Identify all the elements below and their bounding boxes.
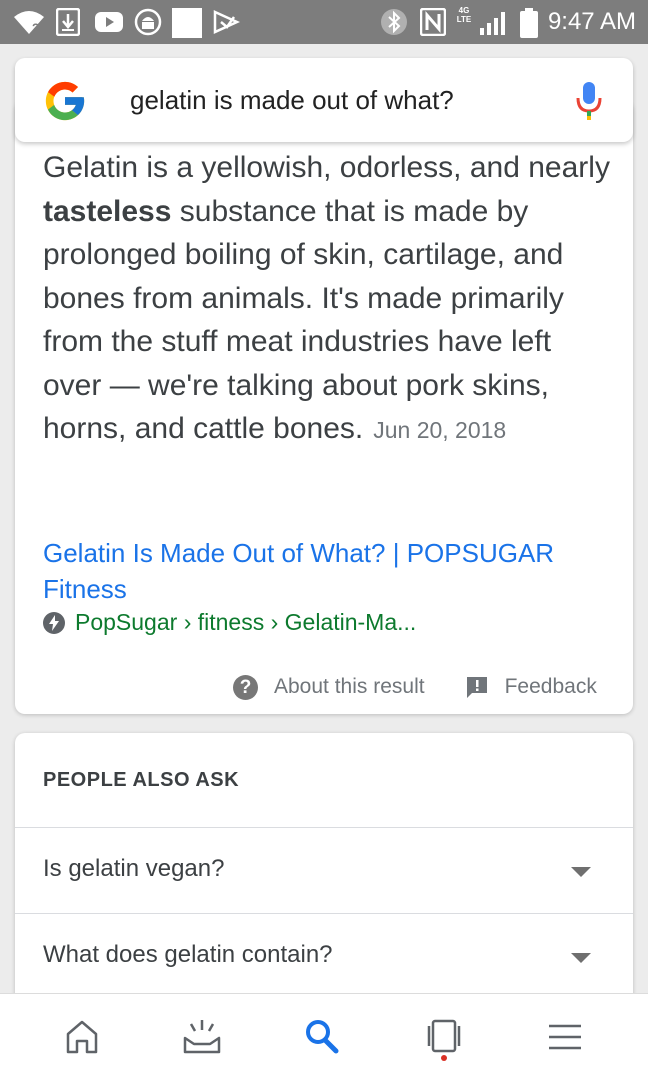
- snippet-text-part: Gelatin is a yellowish, odorless, and ne…: [43, 151, 610, 184]
- breadcrumb-text: PopSugar › fitness › Gelatin-Ma...: [75, 609, 417, 635]
- paa-question-row[interactable]: What does gelatin contain?: [15, 913, 633, 1000]
- search-bar[interactable]: gelatin is made out of what?: [15, 58, 633, 142]
- bluetooth-icon: [381, 9, 407, 35]
- help-icon: ?: [233, 674, 258, 700]
- recent-tabs-icon[interactable]: [424, 1018, 464, 1062]
- search-icon[interactable]: [304, 1018, 340, 1056]
- battery-icon: [520, 8, 538, 38]
- status-time: 9:47 AM: [547, 8, 636, 35]
- youtube-icon: [95, 12, 123, 32]
- bottom-navigation: [0, 993, 648, 1081]
- menu-icon[interactable]: [546, 1018, 584, 1056]
- search-input[interactable]: gelatin is made out of what?: [130, 85, 454, 116]
- google-logo-icon: [45, 81, 85, 121]
- feedback-link[interactable]: Feedback: [505, 675, 597, 699]
- about-this-result-link[interactable]: About this result: [274, 675, 425, 699]
- chevron-down-icon: [571, 953, 591, 963]
- square-icon: [172, 8, 202, 38]
- snippet-text: Gelatin is a yellowish, odorless, and ne…: [43, 146, 613, 453]
- people-also-ask-title: PEOPLE ALSO ASK: [43, 769, 240, 791]
- result-title-link[interactable]: Gelatin Is Made Out of What? | POPSUGAR …: [43, 535, 613, 607]
- android-icon: [134, 8, 162, 36]
- wifi-icon: ?: [14, 11, 44, 35]
- paa-question-text: Is gelatin vegan?: [43, 855, 225, 882]
- feedback-icon: [466, 677, 487, 698]
- snippet-bold-word: tasteless: [43, 194, 172, 228]
- updates-icon[interactable]: [182, 1018, 222, 1056]
- featured-snippet-card: Gelatin is a yellowish, odorless, and ne…: [15, 100, 633, 714]
- paa-question-row[interactable]: Is gelatin vegan?: [15, 827, 633, 914]
- send-icon: [213, 10, 240, 34]
- result-breadcrumb[interactable]: PopSugar › fitness › Gelatin-Ma...: [43, 609, 416, 636]
- status-bar: ? 4G LTE 9:47 AM: [0, 0, 648, 44]
- amp-bolt-icon: [43, 611, 65, 634]
- snippet-text-part: substance that is made by prolonged boil…: [43, 194, 564, 446]
- network-label: 4G LTE: [456, 6, 472, 24]
- chevron-down-icon: [571, 867, 591, 877]
- signal-icon: [480, 12, 505, 35]
- paa-question-text: What does gelatin contain?: [43, 941, 333, 968]
- mic-icon[interactable]: [575, 80, 603, 122]
- about-feedback-row: ? About this result Feedback: [233, 672, 597, 702]
- download-icon: [56, 8, 80, 36]
- home-icon[interactable]: [64, 1018, 100, 1056]
- people-also-ask-card: PEOPLE ALSO ASK Is gelatin vegan? What d…: [15, 733, 633, 1033]
- snippet-date: Jun 20, 2018: [373, 417, 507, 443]
- nfc-icon: [420, 8, 446, 36]
- svg-text:?: ?: [32, 21, 39, 35]
